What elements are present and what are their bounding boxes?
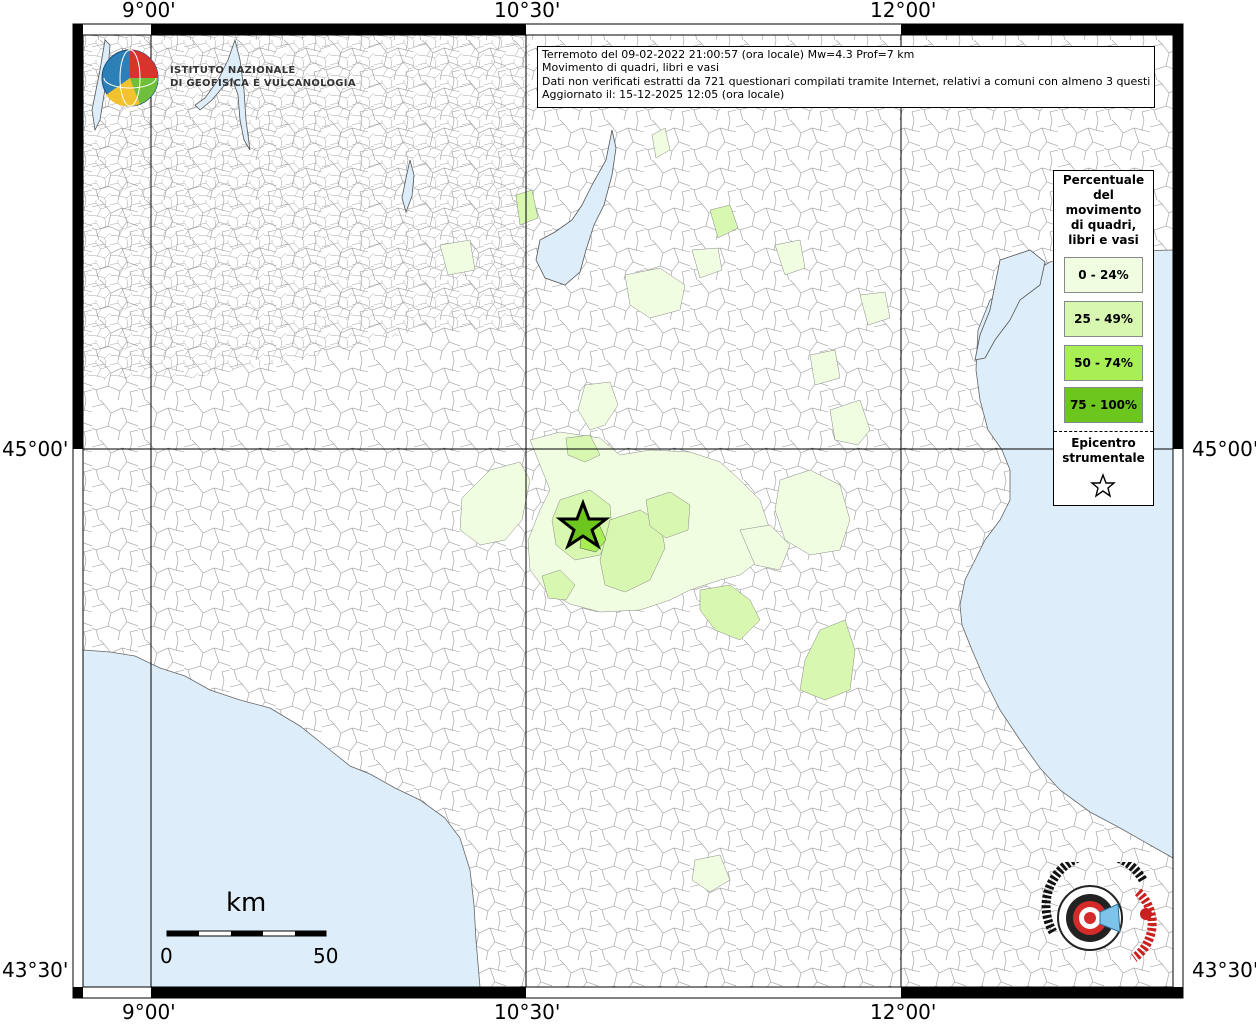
lat-label-left-1: 45°00' [2,437,69,461]
scale-min: 0 [160,944,173,968]
legend-item-25-49: 25 - 49% [1064,301,1143,337]
ingv-logo-line-2: DI GEOFISICA E VULCANOLOGIA [170,78,356,89]
lat-label-right-1: 45°00' [1192,437,1256,461]
lon-label-top-2: 10°30' [494,0,561,22]
legend-epicenter-line: Epicentro [1071,436,1136,450]
earthquake-info-box: Terremoto del 09-02-2022 21:00:57 (ora l… [537,46,1155,108]
lon-label-bottom-2: 10°30' [494,1000,561,1024]
legend-item-75-100: 75 - 100% [1064,387,1143,423]
info-line-source: Dati non verificati estratti da 721 ques… [542,74,1150,88]
lat-label-left-2: 43°30' [2,958,69,982]
lon-label-top-1: 9°00' [122,0,176,22]
lat-label-right-2: 43°30' [1192,958,1256,982]
legend-title-line: Percentuale [1062,173,1145,187]
legend-title-line: libri e vasi [1068,233,1139,247]
scale-unit: km [226,888,267,918]
legend-title-line: movimento [1065,203,1142,217]
legend: Percentuale del movimento di quadri, lib… [1053,170,1154,506]
star-outline-icon [1090,473,1116,498]
scale-max: 50 [313,944,339,968]
legend-title-line: del [1093,188,1114,202]
legend-separator [1054,431,1153,432]
lon-label-bottom-3: 12°00' [870,1000,937,1024]
ingv-logo-icon [101,49,159,107]
lon-label-top-3: 12°00' [870,0,937,22]
legend-epicenter-line: strumentale [1062,451,1145,465]
lon-label-bottom-1: 9°00' [122,1000,176,1024]
info-line-event: Terremoto del 09-02-2022 21:00:57 (ora l… [542,48,915,61]
legend-title-line: di quadri, [1070,218,1137,232]
info-line-updated: Aggiornato il: 15-12-2025 12:05 (ora loc… [542,88,785,102]
legend-title: Percentuale del movimento di quadri, lib… [1054,171,1153,248]
ingv-logo-line-1: ISTITUTO NAZIONALE [170,65,296,76]
legend-item-0-24: 0 - 24% [1064,257,1143,293]
ingv-logo-text: ISTITUTO NAZIONALE DI GEOFISICA E VULCAN… [170,64,356,90]
legend-item-50-74: 50 - 74% [1064,345,1143,381]
scale-bar [166,930,327,937]
info-line-parameter: Movimento di quadri, libri e vasi [542,61,720,75]
legend-epicenter-label: Epicentro strumentale [1054,436,1153,466]
haisentitoilterremoto-logo-icon [1041,862,1157,962]
